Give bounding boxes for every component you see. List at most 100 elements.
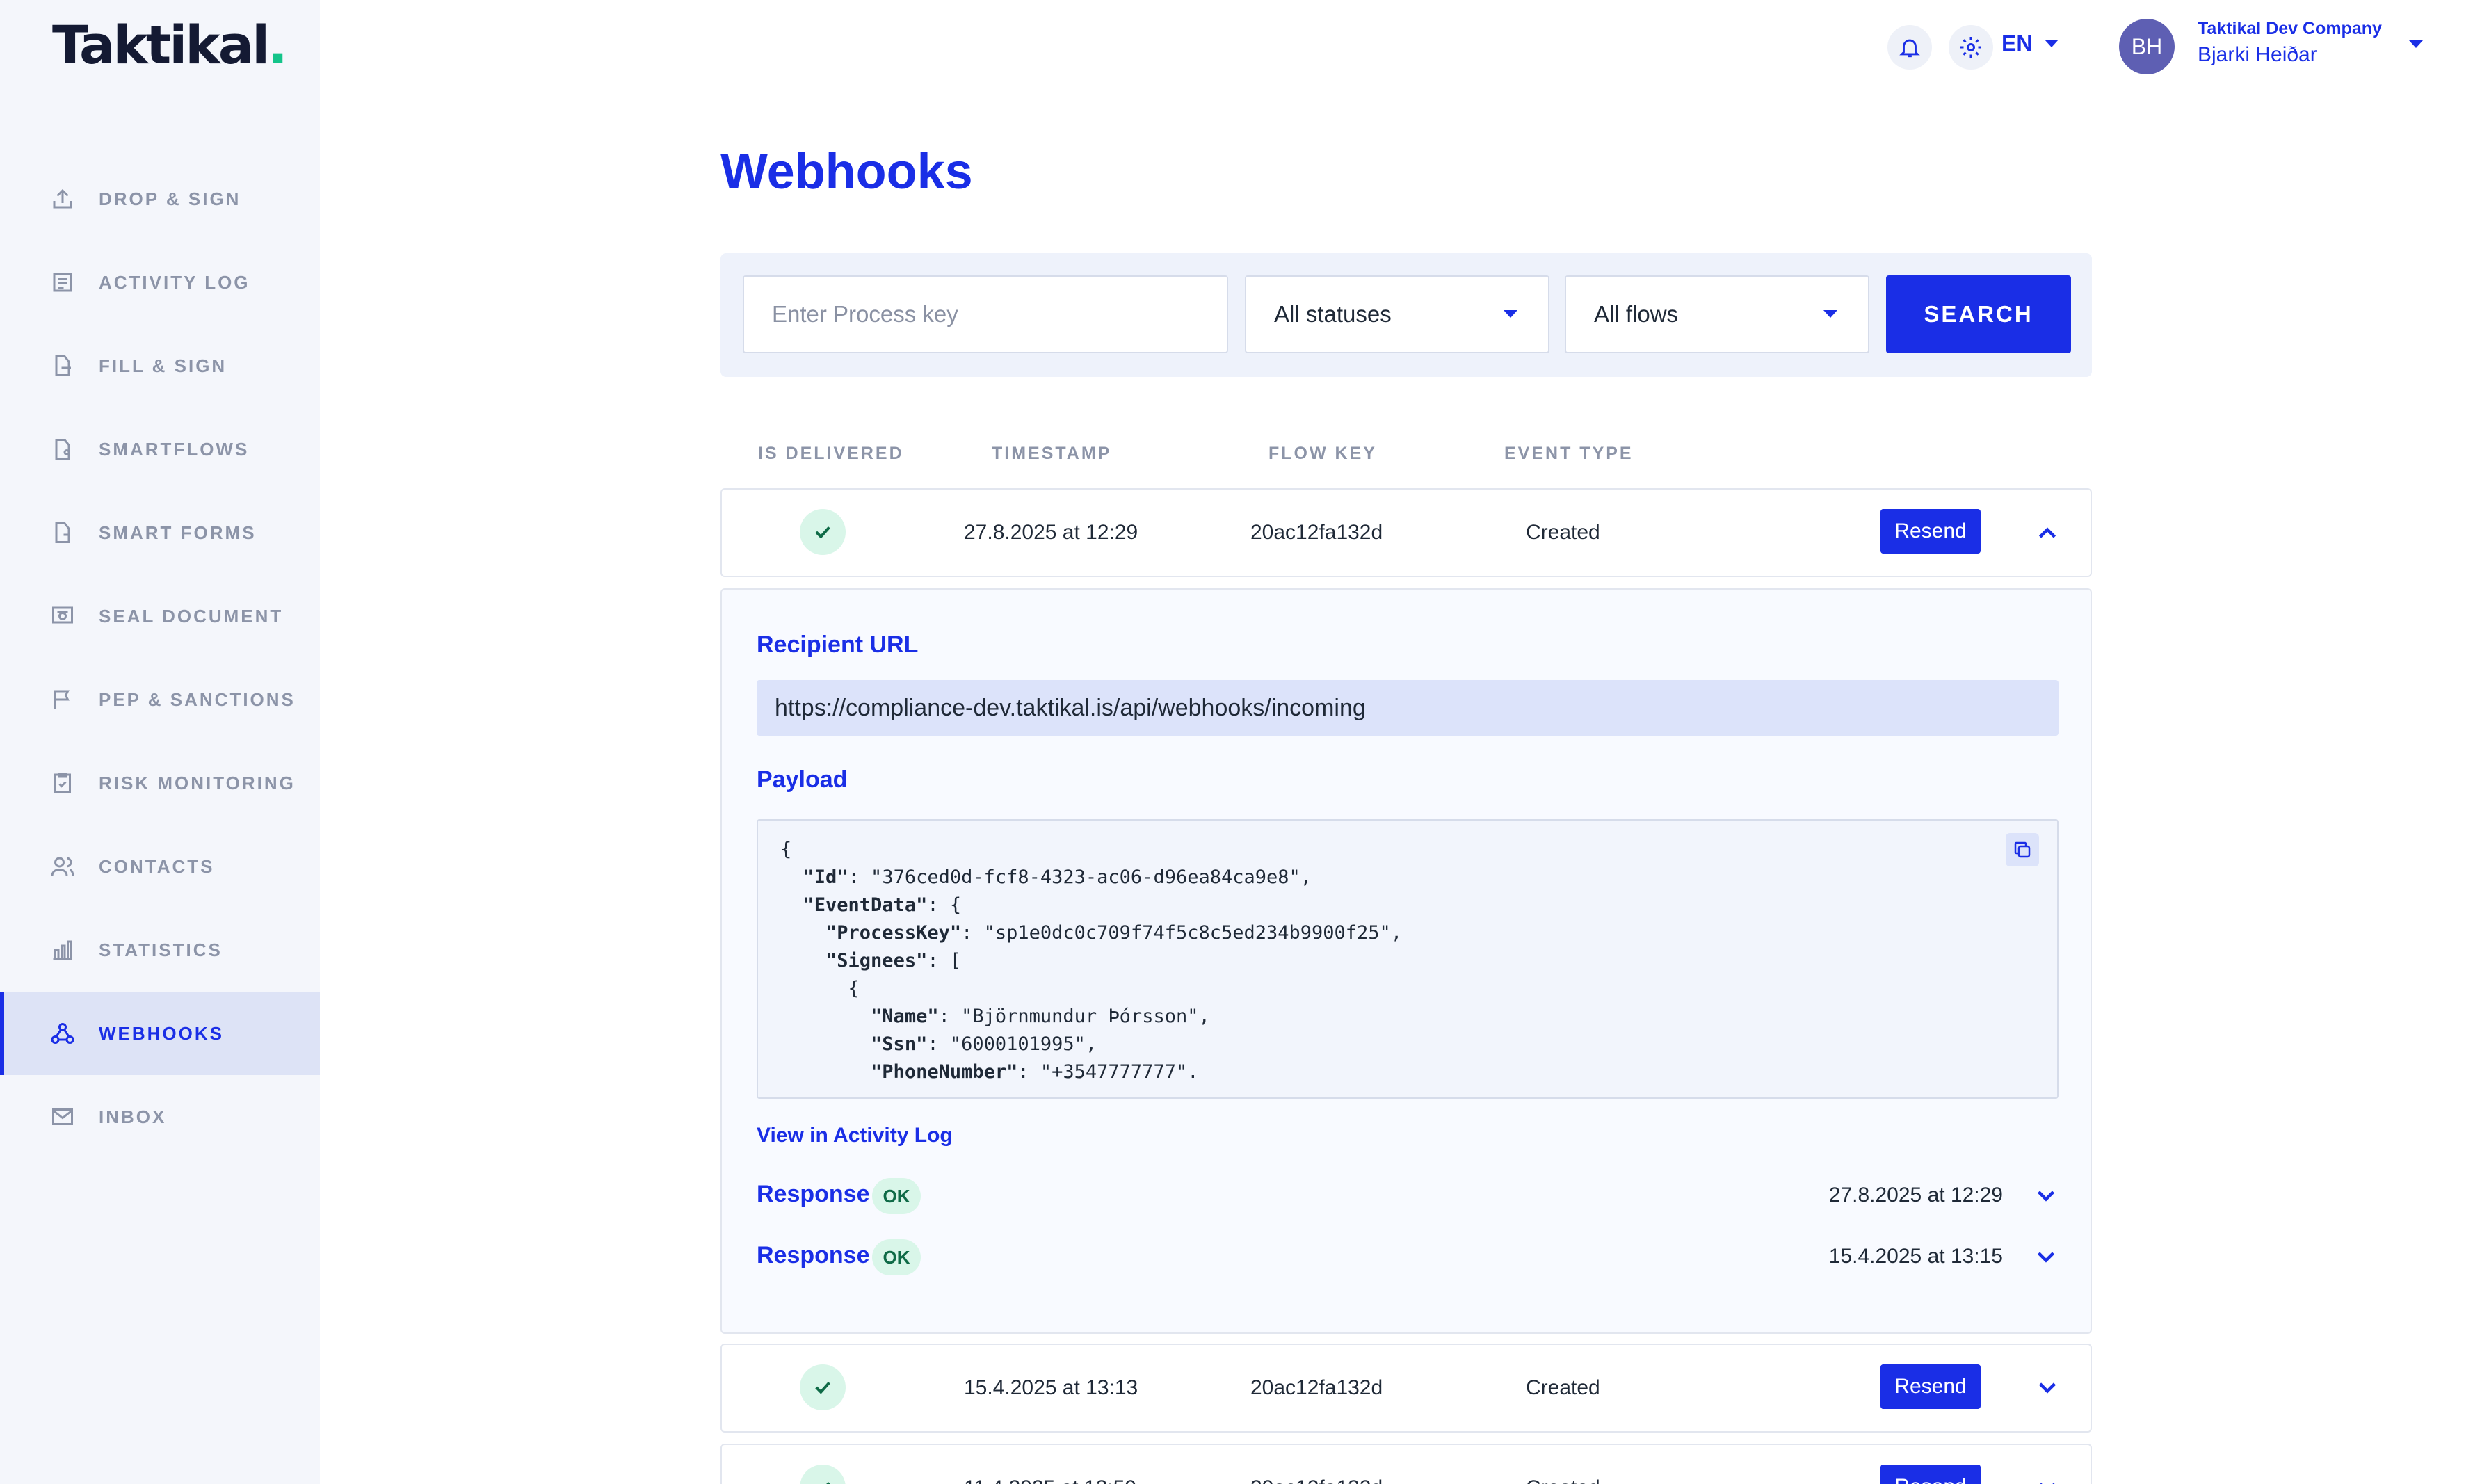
- settings-button[interactable]: [1949, 25, 1993, 70]
- contacts-icon: [51, 857, 74, 876]
- payload-label: Payload: [757, 766, 848, 793]
- chevron-down-icon[interactable]: [2033, 1184, 2059, 1209]
- column-header-timestamp: TIMESTAMP: [992, 444, 1112, 463]
- payload-indent: [780, 1006, 871, 1027]
- table-row[interactable]: 15.4.2025 at 13:13 20ac12fa132d Created …: [720, 1344, 2092, 1433]
- sidebar-item-seal-document[interactable]: SEAL DOCUMENT: [0, 574, 320, 658]
- chevron-down-icon[interactable]: [2033, 1245, 2059, 1270]
- webhook-icon: [51, 1023, 74, 1044]
- gear-icon: [1960, 37, 1981, 58]
- payload-indent: [780, 1061, 871, 1083]
- account-menu-caret-icon[interactable]: [2409, 40, 2423, 48]
- status-badge: OK: [872, 1178, 921, 1214]
- row-event-type: Created: [1526, 1445, 1600, 1484]
- payload-line: "Signees": [: [780, 947, 1402, 975]
- sidebar: Taktikal. DROP & SIGN ACTIVITY LOG FILL …: [0, 0, 320, 1484]
- sidebar-item-contacts[interactable]: CONTACTS: [0, 825, 320, 908]
- response-row[interactable]: Response OK 15.4.2025 at 13:15: [757, 1236, 2059, 1278]
- sidebar-item-label: SMART FORMS: [99, 522, 257, 543]
- response-row[interactable]: Response OK 27.8.2025 at 12:29: [757, 1175, 2059, 1217]
- resend-button[interactable]: Resend: [1880, 509, 1981, 554]
- search-button[interactable]: SEARCH: [1886, 275, 2071, 353]
- sidebar-item-drop-sign[interactable]: DROP & SIGN: [0, 157, 320, 241]
- notifications-button[interactable]: [1887, 25, 1932, 70]
- payload-key: "Ssn": [871, 1033, 928, 1055]
- sidebar-item-inbox[interactable]: INBOX: [0, 1075, 320, 1159]
- caret-down-icon: [2045, 40, 2059, 47]
- avatar-initials: BH: [2131, 33, 2163, 59]
- clipboard-icon: [54, 773, 71, 793]
- bell-icon: [1899, 39, 1920, 58]
- row-flow-key: 20ac12fa132d: [1250, 1376, 1383, 1399]
- chevron-down-icon[interactable]: [2035, 1476, 2060, 1484]
- payload-key: "Name": [871, 1006, 939, 1027]
- chevron-up-icon[interactable]: [2035, 520, 2060, 545]
- delivered-check-icon: [800, 1465, 846, 1484]
- recipient-url-field[interactable]: https://compliance-dev.taktikal.is/api/w…: [757, 680, 2059, 736]
- row-event-type: Created: [1526, 1376, 1600, 1399]
- seal-icon: [52, 606, 73, 624]
- view-in-activity-log-link[interactable]: View in Activity Log: [757, 1124, 953, 1147]
- process-key-placeholder: Enter Process key: [772, 301, 958, 327]
- language-selector[interactable]: EN: [2001, 31, 2059, 56]
- sidebar-item-label: ACTIVITY LOG: [99, 271, 250, 293]
- copy-icon: [2014, 841, 2031, 858]
- payload-indent: [780, 922, 825, 944]
- payload-indent: [780, 978, 848, 999]
- sidebar-item-pep-sanctions[interactable]: PEP & SANCTIONS: [0, 658, 320, 741]
- mail-icon: [52, 1108, 73, 1125]
- copy-button[interactable]: [2006, 833, 2039, 866]
- sidebar-item-label: PEP & SANCTIONS: [99, 688, 296, 710]
- sidebar-item-smart-forms[interactable]: SMART FORMS: [0, 491, 320, 574]
- status-select-value: All statuses: [1274, 301, 1392, 327]
- process-key-input[interactable]: Enter Process key: [743, 275, 1228, 353]
- chevron-down-icon[interactable]: [2035, 1376, 2060, 1401]
- column-header-is-delivered: IS DELIVERED: [758, 444, 904, 463]
- payload-indent: [780, 894, 803, 916]
- language-label: EN: [2001, 31, 2033, 56]
- sidebar-item-label: RISK MONITORING: [99, 772, 296, 793]
- document-form-icon: [55, 522, 70, 543]
- logo[interactable]: Taktikal.: [52, 14, 288, 76]
- row-timestamp: 15.4.2025 at 13:13: [964, 1376, 1138, 1399]
- webhook-detail-panel: Recipient URL https://compliance-dev.tak…: [720, 588, 2092, 1334]
- logo-dot: .: [268, 14, 288, 76]
- response-timestamp: 27.8.2025 at 12:29: [1828, 1184, 2003, 1207]
- payload-indent: [780, 1033, 871, 1055]
- status-select[interactable]: All statuses: [1245, 275, 1549, 353]
- sidebar-item-label: SMARTFLOWS: [99, 438, 250, 460]
- upload-icon: [53, 188, 72, 209]
- payload-text: : "376ced0d-fcf8-4323-ac06-d96ea84ca9e8"…: [848, 866, 1312, 888]
- status-badge: OK: [872, 1239, 921, 1275]
- document-flow-icon: [55, 439, 70, 460]
- sidebar-item-activity-log[interactable]: ACTIVITY LOG: [0, 241, 320, 324]
- payload-text: {: [780, 839, 792, 860]
- payload-line: "ProcessKey": "sp1e0dc0c709f74f5c8c5ed23…: [780, 919, 1402, 947]
- payload-key: "EventData": [803, 894, 928, 916]
- payload-text: : "Björnmundur Þórsson",: [938, 1006, 1210, 1027]
- table-row[interactable]: 27.8.2025 at 12:29 20ac12fa132d Created …: [720, 488, 2092, 577]
- sidebar-item-risk-monitoring[interactable]: RISK MONITORING: [0, 741, 320, 825]
- delivered-check-icon: [800, 509, 846, 555]
- flow-select-value: All flows: [1594, 301, 1679, 327]
- sidebar-item-webhooks[interactable]: WEBHOOKS: [0, 992, 320, 1075]
- avatar[interactable]: BH: [2119, 19, 2175, 74]
- flow-select[interactable]: All flows: [1565, 275, 1869, 353]
- sidebar-item-label: INBOX: [99, 1106, 167, 1127]
- sidebar-item-fill-sign[interactable]: FILL & SIGN: [0, 324, 320, 408]
- resend-button[interactable]: Resend: [1880, 1465, 1981, 1484]
- resend-button[interactable]: Resend: [1880, 1364, 1981, 1409]
- sidebar-nav: DROP & SIGN ACTIVITY LOG FILL & SIGN SMA…: [0, 157, 320, 1159]
- payload-line: "EventData": {: [780, 892, 1402, 919]
- user-name: Bjarki Heiðar: [2198, 43, 2317, 66]
- sidebar-item-label: DROP & SIGN: [99, 188, 241, 209]
- row-event-type: Created: [1526, 521, 1600, 544]
- sidebar-item-smartflows[interactable]: SMARTFLOWS: [0, 408, 320, 491]
- payload-line: "PhoneNumber": "+3547777777".: [780, 1058, 1402, 1086]
- payload-code-block[interactable]: { "Id": "376ced0d-fcf8-4323-ac06-d96ea84…: [757, 819, 2059, 1099]
- column-header-flow-key: FLOW KEY: [1268, 444, 1377, 463]
- row-flow-key: 20ac12fa132d: [1250, 521, 1383, 544]
- table-row[interactable]: 11.4.2025 at 12:59 20ac12fa132d Created …: [720, 1444, 2092, 1484]
- sidebar-item-statistics[interactable]: STATISTICS: [0, 908, 320, 992]
- logo-text: Taktikal: [52, 14, 270, 76]
